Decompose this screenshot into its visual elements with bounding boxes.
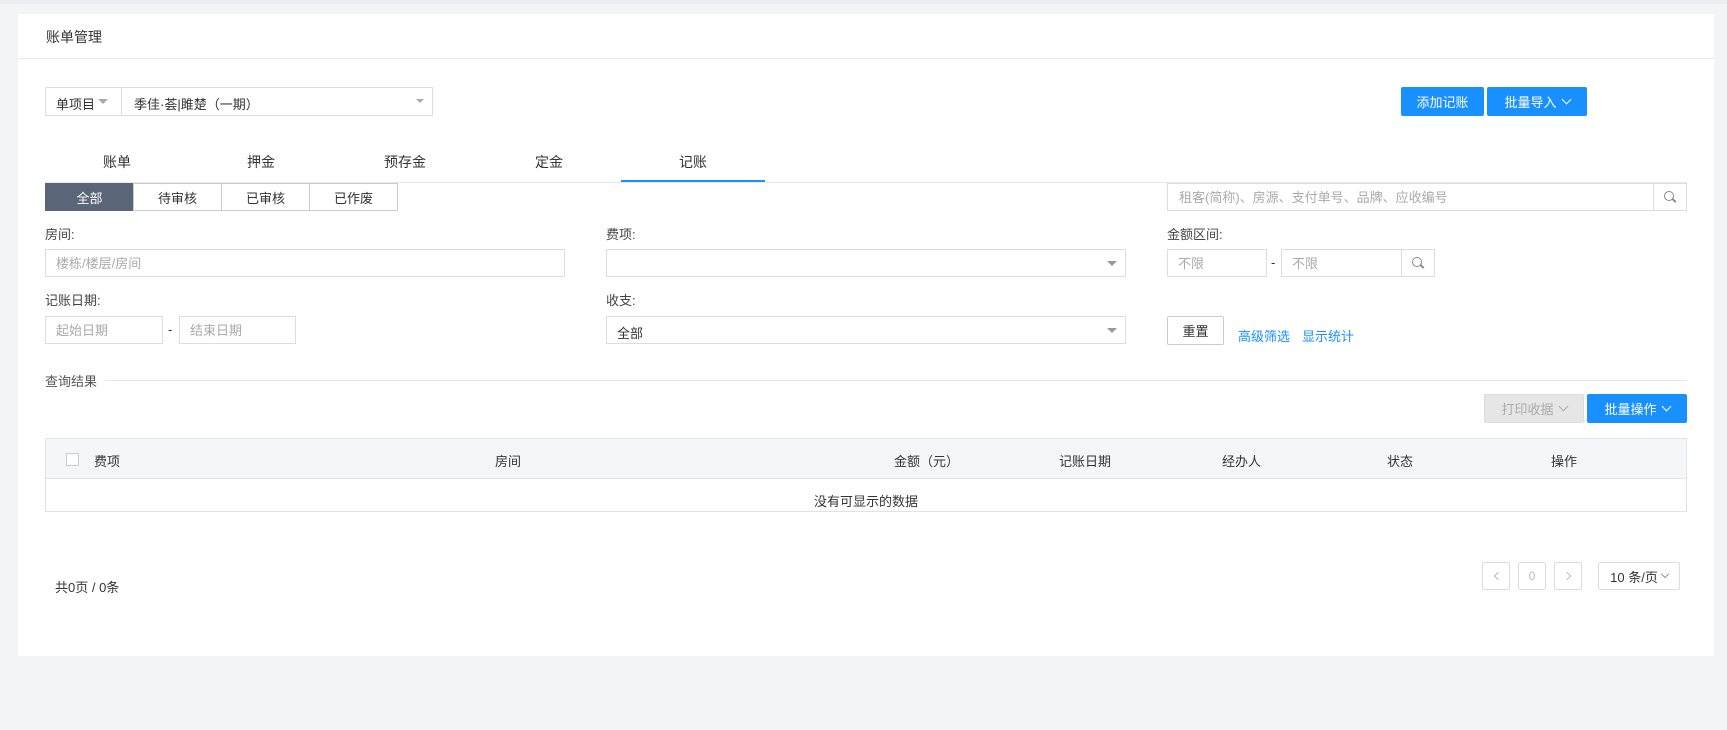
caret-down-icon <box>416 99 424 103</box>
io-label: 收支: <box>606 293 636 308</box>
chevron-down-icon <box>1561 94 1571 105</box>
status-pending-button[interactable]: 待审核 <box>133 183 222 211</box>
print-receipt-label: 打印收据 <box>1501 402 1554 417</box>
page-size-value: 10 条/页 <box>1610 569 1658 585</box>
project-value: 季佳·荟|雎楚（一期） <box>134 97 259 112</box>
status-voided-button[interactable]: 已作废 <box>309 183 398 211</box>
tab-deposit[interactable]: 押金 <box>189 138 333 182</box>
reset-label: 重置 <box>1182 324 1209 339</box>
project-type-label: 单项目 <box>56 97 96 112</box>
amount-search-button[interactable] <box>1401 250 1434 276</box>
batch-import-button[interactable]: 批量导入 <box>1487 87 1587 116</box>
date-dash: - <box>168 322 173 337</box>
column-header-actions: 操作 <box>1551 454 1578 469</box>
status-label: 待审核 <box>157 190 197 206</box>
chevron-down-icon <box>1660 569 1670 579</box>
bill-management-card: 账单管理 单项目 季佳·荟|雎楚（一期） 添加记账 批量导入 账单 押金 预存金… <box>18 14 1714 656</box>
column-header-date[interactable]: 记账日期 <box>1059 451 1111 470</box>
caret-down-icon <box>1107 261 1117 266</box>
next-page-button[interactable] <box>1554 562 1582 590</box>
search-icon <box>1412 257 1424 269</box>
tab-earnest[interactable]: 定金 <box>477 138 621 182</box>
reset-button[interactable]: 重置 <box>1167 316 1224 345</box>
room-input[interactable] <box>46 250 564 276</box>
date-start-input[interactable] <box>46 317 162 343</box>
date-end-input[interactable] <box>180 317 295 343</box>
column-header-operator[interactable]: 经办人 <box>1222 451 1261 470</box>
tab-bills[interactable]: 账单 <box>45 138 189 182</box>
empty-state: 没有可显示的数据 <box>813 494 918 509</box>
table-header: 费项 房间 金额（元） 记账日期 经办人 状态 操作 <box>46 439 1686 479</box>
chevron-left-icon <box>1493 571 1502 581</box>
tab-prepaid[interactable]: 预存金 <box>333 138 477 182</box>
amount-max-field <box>1281 249 1435 277</box>
tab-label: 押金 <box>247 154 275 170</box>
status-label: 已审核 <box>245 190 285 206</box>
column-header-fee[interactable]: 费项 <box>94 451 120 470</box>
current-page-number: 0 <box>1528 569 1536 583</box>
search-icon <box>1664 191 1676 203</box>
room-label: 房间: <box>45 227 75 242</box>
project-selector[interactable]: 单项目 季佳·荟|雎楚（一期） <box>45 87 433 116</box>
prev-page-button[interactable] <box>1482 562 1510 590</box>
card-header: 账单管理 <box>18 14 1714 59</box>
room-field <box>45 249 565 277</box>
date-start-field <box>45 316 163 344</box>
tab-bar: 账单 押金 预存金 定金 记账 <box>45 138 1687 183</box>
column-header-amount[interactable]: 金额（元） <box>894 451 959 470</box>
project-type-dropdown[interactable]: 单项目 <box>46 88 122 115</box>
chevron-right-icon <box>1562 571 1571 581</box>
caret-down-icon <box>98 99 108 104</box>
caret-down-icon <box>1107 328 1117 333</box>
status-label: 全部 <box>76 190 103 206</box>
batch-operations-button[interactable]: 批量操作 <box>1587 394 1687 423</box>
search-input[interactable] <box>1168 184 1652 210</box>
batch-operations-label: 批量操作 <box>1604 402 1657 417</box>
amount-label: 金额区间: <box>1167 227 1223 242</box>
fee-label: 费项: <box>606 227 636 242</box>
top-strip <box>0 0 1727 4</box>
amount-min-field <box>1167 249 1267 277</box>
range-dash: - <box>1271 255 1276 270</box>
chevron-down-icon <box>1558 401 1568 412</box>
column-header-status[interactable]: 状态 <box>1387 451 1413 470</box>
print-receipt-button[interactable]: 打印收据 <box>1484 394 1584 423</box>
current-page[interactable]: 0 <box>1518 562 1546 590</box>
tab-label: 定金 <box>535 154 563 170</box>
io-value: 全部 <box>617 326 644 341</box>
status-filter: 全部 待审核 已审核 已作废 <box>45 183 398 211</box>
results-divider <box>45 380 1687 381</box>
show-stats-link[interactable]: 显示统计 <box>1302 326 1354 345</box>
advanced-filter-link[interactable]: 高级筛选 <box>1238 326 1290 345</box>
column-header-room[interactable]: 房间 <box>495 451 521 470</box>
date-label: 记账日期: <box>45 293 101 308</box>
fee-select[interactable] <box>606 249 1126 277</box>
amount-max-input[interactable] <box>1282 250 1402 276</box>
keyword-search <box>1167 183 1687 211</box>
io-select[interactable]: 全部 <box>606 316 1126 344</box>
status-all-button[interactable]: 全部 <box>45 183 134 211</box>
add-record-button[interactable]: 添加记账 <box>1401 87 1484 116</box>
status-approved-button[interactable]: 已审核 <box>221 183 310 211</box>
page-size-select[interactable]: 10 条/页 <box>1598 562 1680 590</box>
date-end-field <box>179 316 296 344</box>
tab-label: 预存金 <box>384 154 426 170</box>
pagination-total: 共0页 / 0条 <box>55 580 120 595</box>
search-button[interactable] <box>1653 184 1686 210</box>
batch-import-label: 批量导入 <box>1504 95 1557 110</box>
add-record-label: 添加记账 <box>1416 95 1469 110</box>
status-label: 已作废 <box>333 190 373 206</box>
chevron-down-icon <box>1661 401 1671 412</box>
results-title: 查询结果 <box>45 371 106 390</box>
page-title: 账单管理 <box>46 29 102 45</box>
tab-label: 账单 <box>103 154 131 170</box>
select-all-checkbox[interactable] <box>66 453 79 466</box>
tab-label: 记账 <box>679 154 707 170</box>
amount-min-input[interactable] <box>1168 250 1266 276</box>
records-table: 费项 房间 金额（元） 记账日期 经办人 状态 操作 没有可显示的数据 <box>45 438 1687 512</box>
tab-bookkeeping[interactable]: 记账 <box>621 138 765 182</box>
